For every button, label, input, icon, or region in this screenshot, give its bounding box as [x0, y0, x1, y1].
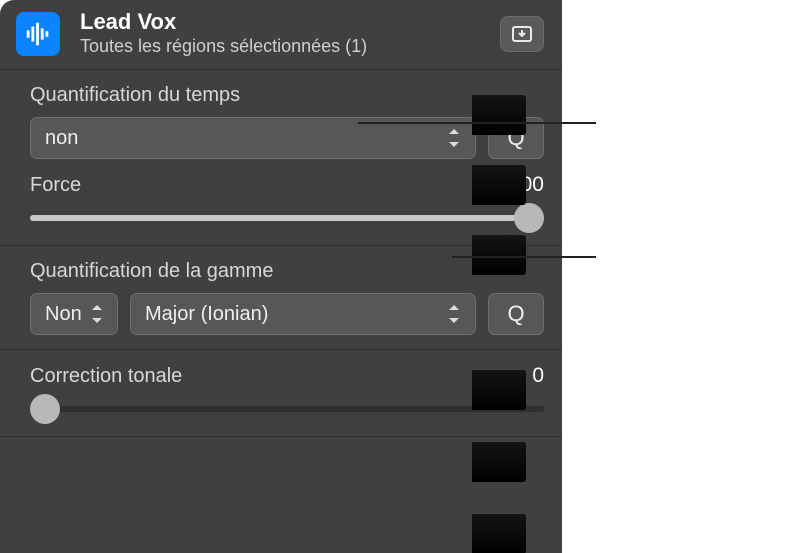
strength-label: Force	[30, 174, 81, 197]
scale-quantize-q-button[interactable]: Q	[488, 293, 544, 335]
scale-quantize-onoff-value: Non	[45, 303, 82, 326]
caret-icon	[90, 303, 108, 325]
time-quantize-label: Quantification du temps	[30, 84, 544, 107]
strength-slider[interactable]	[30, 203, 544, 231]
caret-icon	[447, 127, 465, 149]
scale-quantize-scale-value: Major (Ionian)	[145, 303, 268, 326]
audio-track-icon	[16, 12, 60, 56]
track-subtitle: Toutes les régions sélectionnées (1)	[80, 36, 490, 57]
time-quantize-value: non	[45, 127, 78, 150]
caret-icon	[447, 303, 465, 325]
scale-quantize-label: Quantification de la gamme	[30, 260, 544, 283]
pitch-correction-slider[interactable]	[30, 394, 544, 422]
pitch-correction-value: 0	[532, 364, 544, 388]
track-title: Lead Vox	[80, 10, 490, 34]
pitch-correction-label: Correction tonale	[30, 365, 182, 388]
scale-quantize-scale-select[interactable]: Major (Ionian)	[130, 293, 476, 335]
panel-header: Lead Vox Toutes les régions sélectionnée…	[0, 0, 562, 67]
import-settings-button[interactable]	[500, 16, 544, 52]
callout-line	[452, 256, 596, 258]
callout-line	[358, 122, 596, 124]
scale-quantize-onoff-select[interactable]: Non	[30, 293, 118, 335]
